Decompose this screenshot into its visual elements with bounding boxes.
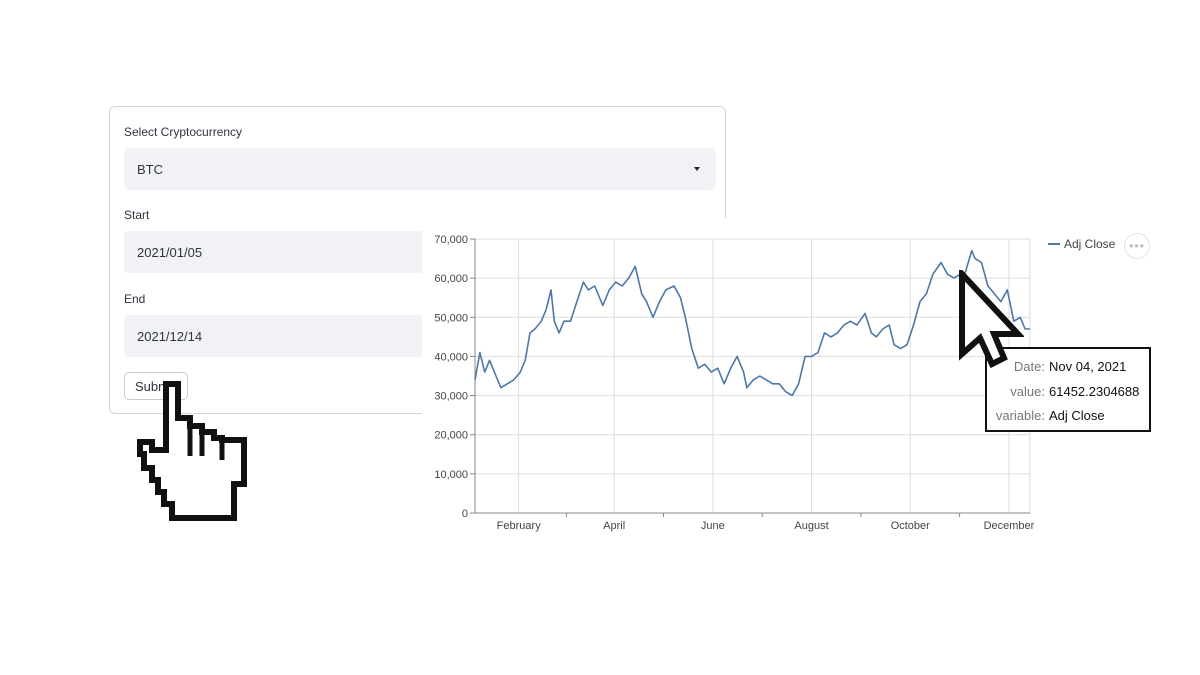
tooltip-variable-row: variable: Adj Close (987, 408, 1149, 426)
tooltip-variable-value: Adj Close (1049, 408, 1105, 423)
start-date-label: Start (124, 208, 150, 222)
tooltip-value-key: value: (1010, 384, 1045, 399)
plot-frame (474, 238, 1031, 514)
x-tick-label: June (701, 520, 725, 532)
y-tick-label: 60,000 (434, 273, 468, 285)
y-tick-label: 10,000 (434, 469, 468, 481)
caret-down-icon[interactable] (694, 167, 700, 171)
y-tick-label: 30,000 (434, 391, 468, 403)
y-tick-label: 50,000 (434, 312, 468, 324)
y-tick-label: 0 (462, 508, 468, 520)
tooltip-value-value: 61452.2304688 (1049, 384, 1140, 399)
arrow-pointer-icon (959, 270, 1024, 369)
y-tick-label: 40,000 (434, 351, 468, 363)
tooltip-date-value: Nov 04, 2021 (1049, 359, 1127, 374)
end-date-label: End (124, 292, 146, 306)
end-date-value: 2021/12/14 (137, 328, 203, 344)
start-date-value: 2021/01/05 (137, 244, 203, 260)
more-horizontal-icon[interactable]: ••• (1124, 233, 1150, 259)
x-tick-label: August (794, 520, 828, 532)
x-tick-label: December (984, 520, 1035, 532)
legend-swatch (1048, 243, 1060, 245)
crypto-select-label: Select Cryptocurrency (124, 125, 243, 139)
tooltip-variable-key: variable: (995, 408, 1045, 423)
y-tick-label: 70,000 (434, 234, 468, 246)
crypto-select-value: BTC (137, 161, 163, 177)
x-tick-label: February (497, 520, 542, 532)
tooltip-value-row: value: 61452.2304688 (987, 384, 1149, 402)
y-tick-label: 20,000 (434, 430, 468, 442)
x-tick-label: October (891, 520, 930, 532)
hand-pointer-icon (137, 381, 247, 521)
legend-label: Adj Close (1064, 237, 1116, 251)
series-line-adj-close (474, 249, 1030, 397)
x-tick-label: April (603, 520, 625, 532)
crypto-select[interactable]: BTC (124, 148, 716, 190)
chart-legend: Adj Close (1048, 237, 1115, 251)
